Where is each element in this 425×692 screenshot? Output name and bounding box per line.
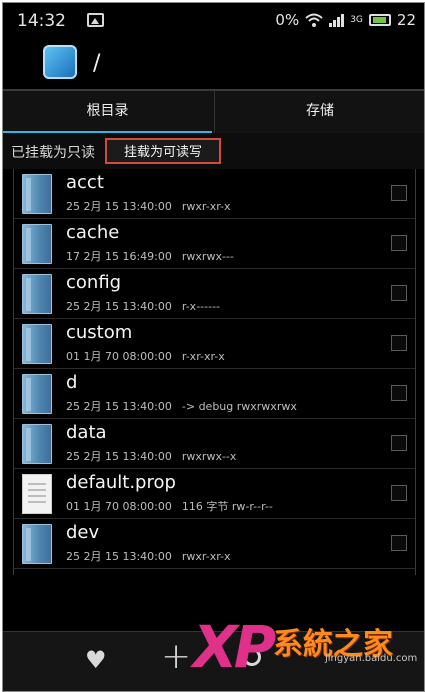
favorite-icon[interactable]: ♥: [85, 646, 107, 674]
list-item[interactable]: dev 25 2月 15 13:40:00 rwxr-xr-x: [14, 519, 415, 569]
file-date: 25 2月 15 13:40:00: [66, 450, 172, 463]
select-checkbox[interactable]: [391, 285, 407, 301]
file-name: data: [66, 422, 107, 443]
phone-screen: 14:32 0% 3G 22 / 根目录 存储 已挂载为只读 挂载为可读写 ac…: [2, 2, 425, 692]
mount-rw-button[interactable]: 挂载为可读写: [105, 138, 221, 164]
current-path: /: [93, 51, 101, 76]
image-notification-icon: [87, 13, 104, 27]
file-meta: 25 2月 15 13:40:00 rwxr-xr-x: [66, 548, 231, 564]
status-right: 0% 3G 22: [275, 11, 416, 29]
file-permissions: r-xr-xr-x: [181, 350, 225, 363]
file-meta: 17 2月 15 16:49:00 rwxrwx---: [66, 248, 234, 264]
mount-bar: 已挂载为只读 挂载为可读写: [3, 133, 424, 169]
file-permissions: r-x------: [181, 300, 221, 313]
list-item[interactable]: acct 25 2月 15 13:40:00 rwxr-xr-x: [14, 169, 415, 219]
status-time: 14:32: [17, 11, 66, 31]
select-checkbox[interactable]: [391, 385, 407, 401]
list-item[interactable]: data 25 2月 15 13:40:00 rwxrwx--x: [14, 419, 415, 469]
document-icon: [22, 474, 52, 514]
file-meta: 01 1月 70 08:00:00 r-xr-xr-x: [66, 348, 225, 364]
file-name: config: [66, 272, 122, 293]
file-meta: 25 2月 15 13:40:00 r-x------: [66, 298, 220, 314]
list-item[interactable]: d 25 2月 15 13:40:00 -> debug rwxrwxrwx: [14, 369, 415, 419]
list-item[interactable]: default.prop 01 1月 70 08:00:00 116 字节 rw-…: [14, 469, 415, 519]
file-list: acct 25 2月 15 13:40:00 rwxr-xr-x cache 17…: [13, 169, 416, 575]
file-name: default.prop: [66, 472, 176, 493]
file-date: 01 1月 70 08:00:00: [66, 350, 172, 363]
folder-icon: [22, 524, 52, 564]
file-name: d: [66, 372, 78, 393]
file-name: dev: [66, 522, 100, 543]
file-permissions: rwxrwx--x: [181, 450, 237, 463]
file-permissions: rwxr-xr-x: [181, 550, 231, 563]
file-meta: 25 2月 15 13:40:00 rwxrwx--x: [66, 448, 236, 464]
file-date: 17 2月 15 16:49:00: [66, 250, 172, 263]
signal-icon: [329, 13, 345, 27]
file-permissions: -> debug rwxrwxrwx: [181, 400, 297, 413]
battery-level-label: 22: [396, 11, 416, 29]
watermark-logo: XP: [193, 613, 276, 681]
data-usage-label: 0%: [275, 11, 300, 29]
file-permissions: 116 字节 rw-r--r--: [181, 500, 273, 513]
select-checkbox[interactable]: [391, 485, 407, 501]
list-item[interactable]: custom 01 1月 70 08:00:00 r-xr-xr-x: [14, 319, 415, 369]
file-name: acct: [66, 172, 104, 193]
file-date: 25 2月 15 13:40:00: [66, 200, 172, 213]
file-date: 01 1月 70 08:00:00: [66, 500, 172, 513]
file-date: 25 2月 15 13:40:00: [66, 300, 172, 313]
file-permissions: rwxr-xr-x: [181, 200, 231, 213]
select-checkbox[interactable]: [391, 235, 407, 251]
tab-root[interactable]: 根目录: [3, 91, 212, 135]
folder-icon: [22, 174, 52, 214]
folder-icon: [22, 274, 52, 314]
file-permissions: rwxrwx---: [181, 250, 234, 263]
add-icon[interactable]: +: [161, 636, 191, 677]
select-checkbox[interactable]: [391, 535, 407, 551]
file-meta: 25 2月 15 13:40:00 rwxr-xr-x: [66, 198, 231, 214]
network-type-label: 3G: [350, 15, 363, 25]
battery-icon: [368, 14, 391, 26]
file-name: cache: [66, 222, 120, 243]
tab-bar: 根目录 存储: [3, 89, 424, 135]
select-checkbox[interactable]: [391, 335, 407, 351]
list-item[interactable]: config 25 2月 15 13:40:00 r-x------: [14, 269, 415, 319]
select-checkbox[interactable]: [391, 185, 407, 201]
mount-status-label: 已挂载为只读: [11, 145, 95, 161]
watermark-site: jingyan.baidu.com: [325, 653, 418, 664]
folder-icon: [22, 374, 52, 414]
select-checkbox[interactable]: [391, 435, 407, 451]
file-date: 25 2月 15 13:40:00: [66, 550, 172, 563]
app-logo-icon[interactable]: [43, 45, 77, 79]
tab-storage[interactable]: 存储: [214, 91, 424, 135]
file-meta: 01 1月 70 08:00:00 116 字节 rw-r--r--: [66, 498, 273, 514]
status-bar: 14:32 0% 3G 22: [3, 3, 424, 37]
list-item[interactable]: cache 17 2月 15 16:49:00 rwxrwx---: [14, 219, 415, 269]
file-meta: 25 2月 15 13:40:00 -> debug rwxrwxrwx: [66, 398, 297, 414]
folder-icon: [22, 324, 52, 364]
file-name: custom: [66, 322, 133, 343]
folder-icon: [22, 424, 52, 464]
wifi-icon: [305, 13, 323, 27]
file-date: 25 2月 15 13:40:00: [66, 400, 172, 413]
folder-icon: [22, 224, 52, 264]
